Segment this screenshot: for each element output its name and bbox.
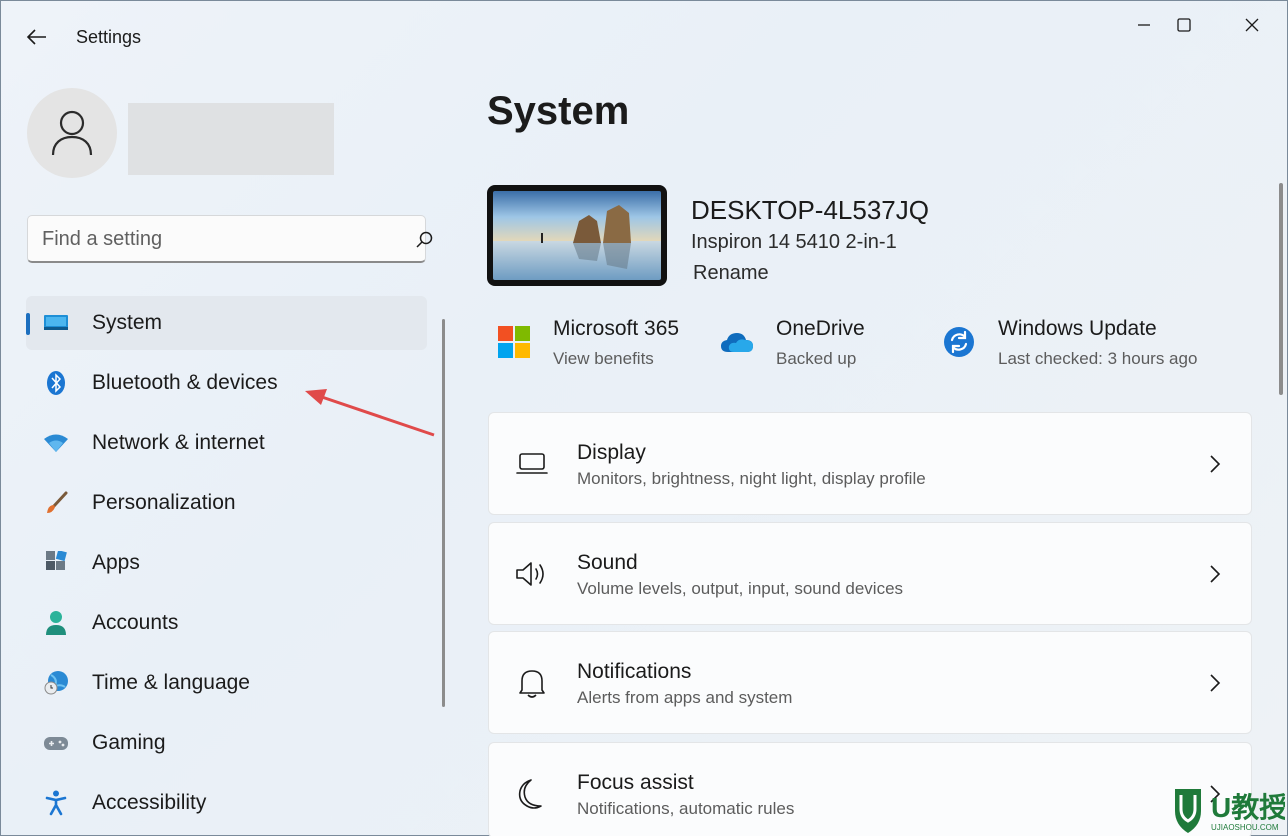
sidebar-item-accounts[interactable]: Accounts [26, 596, 427, 650]
quick-tile-title: Microsoft 365 [553, 317, 680, 340]
brush-icon [43, 490, 69, 516]
user-name-redacted [128, 103, 334, 175]
sidebar-item-gaming[interactable]: Gaming [26, 716, 427, 770]
active-indicator [26, 313, 30, 335]
watermark-url: UJIAOSHOU.COM [1211, 823, 1279, 832]
chevron-right-icon [1210, 674, 1221, 692]
settings-window: Settings System [0, 0, 1288, 836]
sidebar-item-apps[interactable]: Apps [26, 536, 427, 590]
card-title: Display [577, 441, 646, 464]
sidebar-item-personalization[interactable]: Personalization [26, 476, 427, 530]
close-icon [1245, 18, 1259, 32]
gamepad-icon [43, 730, 69, 756]
sidebar-item-label: Bluetooth & devices [92, 371, 278, 394]
quick-tile-windows-update[interactable]: Windows Update Last checked: 3 hours ago [942, 315, 1222, 375]
card-title: Notifications [577, 660, 692, 683]
device-wallpaper-thumbnail [487, 185, 667, 286]
sidebar-item-label: Accessibility [92, 791, 207, 814]
quick-tile-microsoft-365[interactable]: Microsoft 365 View benefits [497, 315, 697, 375]
sidebar-item-label: Apps [92, 551, 140, 574]
card-subtitle: Monitors, brightness, night light, displ… [577, 469, 926, 488]
avatar[interactable] [27, 88, 117, 178]
sidebar-item-label: System [92, 311, 163, 334]
quick-tile-subtitle: View benefits [553, 349, 654, 368]
speaker-icon [515, 559, 549, 589]
card-title: Sound [577, 551, 638, 574]
bluetooth-icon [43, 370, 69, 396]
annotation-arrow-icon [305, 389, 435, 437]
search-icon[interactable] [414, 230, 434, 250]
card-title: Focus assist [577, 771, 694, 794]
page-title: System [487, 89, 630, 133]
sidebar-scrollbar[interactable] [442, 319, 445, 707]
sidebar-item-time-language[interactable]: Time & language [26, 656, 427, 710]
sidebar-item-system[interactable]: System [26, 296, 427, 350]
chevron-right-icon [1210, 565, 1221, 583]
quick-tile-subtitle: Last checked: 3 hours ago [998, 349, 1198, 368]
quick-tile-onedrive[interactable]: OneDrive Backed up [720, 315, 900, 375]
sidebar-item-label: Accounts [92, 611, 179, 634]
app-title: Settings [76, 27, 142, 47]
laptop-icon [515, 449, 549, 479]
card-subtitle: Alerts from apps and system [577, 688, 793, 707]
quick-tile-title: Windows Update [998, 317, 1157, 340]
close-button[interactable] [1229, 9, 1275, 41]
device-name: DESKTOP-4L537JQ [691, 195, 929, 225]
card-sound[interactable]: Sound Volume levels, output, input, soun… [488, 522, 1252, 625]
maximize-icon [1177, 18, 1191, 32]
title-bar: Settings [1, 1, 1288, 73]
person-icon [43, 610, 69, 636]
back-arrow-icon [26, 29, 46, 45]
minimize-icon [1138, 24, 1150, 26]
device-model: Inspiron 14 5410 2-in-1 [691, 231, 897, 253]
card-subtitle: Volume levels, output, input, sound devi… [577, 579, 904, 598]
main-scrollbar[interactable] [1279, 183, 1283, 395]
rename-link[interactable]: Rename [693, 262, 769, 285]
watermark-logo: U教授 UJIAOSHOU.COM [1175, 789, 1285, 833]
moon-icon [515, 779, 549, 809]
windows-update-icon [942, 325, 976, 359]
sidebar-item-label: Time & language [92, 671, 250, 694]
globe-clock-icon [43, 670, 69, 696]
apps-icon [43, 550, 69, 576]
onedrive-cloud-icon [720, 325, 754, 359]
sidebar-item-label: Personalization [92, 491, 236, 514]
maximize-button[interactable] [1161, 9, 1207, 41]
person-outline-icon [51, 110, 93, 156]
search-box[interactable] [27, 215, 433, 263]
accessibility-icon [43, 790, 69, 816]
search-input[interactable] [42, 224, 382, 254]
sidebar-item-label: Gaming [92, 731, 166, 754]
quick-tile-subtitle: Backed up [776, 349, 857, 368]
quick-tile-title: OneDrive [776, 317, 865, 340]
microsoft-logo-icon [497, 325, 531, 359]
chevron-right-icon [1210, 455, 1221, 473]
watermark-text: U教授 [1211, 792, 1285, 823]
wifi-icon [43, 430, 69, 456]
bell-icon [515, 668, 549, 698]
sidebar-item-label: Network & internet [92, 431, 265, 454]
card-notifications[interactable]: Notifications Alerts from apps and syste… [488, 631, 1252, 734]
card-display[interactable]: Display Monitors, brightness, night ligh… [488, 412, 1252, 515]
monitor-icon [43, 310, 69, 336]
card-subtitle: Notifications, automatic rules [577, 799, 795, 818]
sidebar-item-accessibility[interactable]: Accessibility [26, 776, 427, 830]
card-focus-assist[interactable]: Focus assist Notifications, automatic ru… [488, 742, 1252, 836]
back-button[interactable] [21, 23, 53, 51]
